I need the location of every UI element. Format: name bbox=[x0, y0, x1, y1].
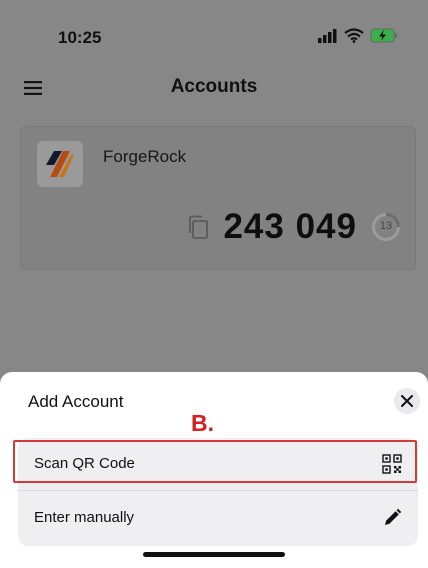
nav-bar: Accounts bbox=[0, 70, 428, 106]
close-button[interactable] bbox=[394, 388, 420, 414]
close-icon bbox=[401, 395, 413, 407]
account-issuer: ForgeRock bbox=[103, 147, 187, 166]
wifi-icon bbox=[344, 28, 364, 43]
qr-code-icon bbox=[382, 454, 402, 474]
otp-code: 243 049 bbox=[223, 207, 357, 246]
account-card[interactable]: ForgeRock 243 049 13 bbox=[20, 126, 416, 270]
pencil-icon bbox=[385, 508, 402, 525]
add-account-options: Scan QR Code Enter manually bbox=[18, 438, 418, 546]
add-account-sheet: Add Account B. Scan QR Code Enter manual… bbox=[0, 372, 428, 568]
scan-qr-code-option[interactable]: Scan QR Code bbox=[18, 441, 418, 487]
forgerock-logo bbox=[37, 141, 83, 187]
battery-charging-icon bbox=[370, 28, 397, 43]
copy-icon[interactable] bbox=[187, 215, 209, 239]
option-divider bbox=[18, 490, 418, 491]
signal-icon bbox=[318, 28, 337, 43]
countdown-timer: 13 bbox=[371, 212, 401, 242]
scan-qr-code-label: Scan QR Code bbox=[34, 455, 135, 472]
sheet-title: Add Account bbox=[28, 392, 124, 411]
home-indicator bbox=[143, 552, 285, 557]
status-bar: 10:25 bbox=[0, 0, 428, 60]
timer-value: 13 bbox=[379, 220, 393, 232]
status-time: 10:25 bbox=[58, 28, 102, 47]
enter-manually-label: Enter manually bbox=[34, 509, 135, 526]
page-title: Accounts bbox=[170, 76, 258, 97]
enter-manually-option[interactable]: Enter manually bbox=[18, 495, 418, 541]
status-icons bbox=[318, 28, 398, 43]
annotation-marker: B. bbox=[191, 410, 214, 436]
otp-row: 243 049 13 bbox=[187, 207, 401, 247]
